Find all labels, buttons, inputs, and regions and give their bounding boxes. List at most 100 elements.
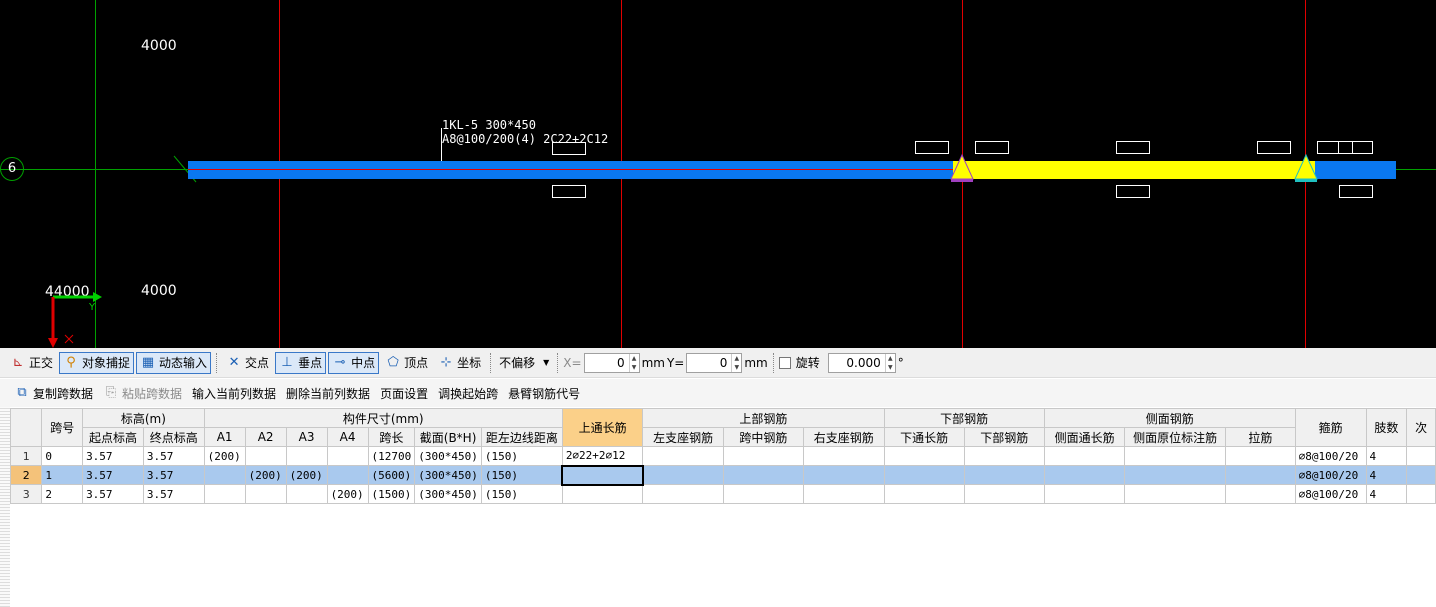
cell-top-long[interactable] — [561, 464, 644, 486]
annotation-box[interactable] — [552, 142, 586, 155]
cell-top-long[interactable] — [561, 484, 644, 504]
y-offset-input[interactable] — [687, 355, 732, 370]
cell-empty[interactable] — [1124, 446, 1226, 466]
cell-empty[interactable] — [1406, 465, 1436, 485]
perpendicular-snap-button[interactable]: ⊥ 垂点 — [275, 351, 327, 374]
cell-stirrup[interactable]: ⌀8@100/20 — [1294, 465, 1367, 485]
cell-empty[interactable] — [722, 465, 805, 485]
end-elev-header[interactable]: 终点标高 — [142, 427, 205, 447]
cell-empty[interactable] — [963, 465, 1045, 485]
cell-a2[interactable] — [244, 446, 287, 466]
vertex-snap-button[interactable]: ⬠ 顶点 — [381, 352, 432, 374]
annotation-box[interactable] — [975, 141, 1009, 154]
cell-dist[interactable]: (150) — [480, 446, 563, 466]
change-start-span-button[interactable]: 调换起始跨 — [436, 382, 500, 404]
start-elev-header[interactable]: 起点标高 — [82, 427, 144, 447]
cell-stirrup[interactable]: ⌀8@100/20 — [1294, 446, 1367, 466]
a3-header[interactable]: A3 — [285, 427, 328, 447]
cell-sec[interactable]: (300*450) — [414, 446, 482, 466]
cell-start[interactable]: 3.57 — [82, 484, 144, 504]
cell-legs[interactable]: 4 — [1365, 446, 1408, 466]
a4-header[interactable]: A4 — [326, 427, 369, 447]
cell-empty[interactable] — [1043, 484, 1126, 504]
cell-end[interactable]: 3.57 — [142, 446, 205, 466]
cell-a3[interactable] — [285, 446, 328, 466]
cell-sec[interactable]: (300*450) — [414, 465, 482, 485]
annotation-box[interactable] — [1116, 185, 1150, 198]
span-length-header[interactable]: 跨长 — [367, 427, 416, 447]
cell-empty[interactable] — [1043, 465, 1126, 485]
top-long-header[interactable]: 上通长筋 — [561, 408, 644, 447]
span-header[interactable]: 跨号 — [41, 408, 84, 447]
beam-label-line1[interactable]: 1KL-5 300*450 — [442, 118, 536, 132]
cell-a2[interactable] — [244, 484, 287, 504]
cell-dist[interactable]: (150) — [480, 465, 563, 485]
rotate-checkbox[interactable] — [778, 356, 791, 369]
mid-span-header[interactable]: 跨中钢筋 — [722, 427, 805, 447]
spin-arrows-icon[interactable]: ▲ ▼ — [884, 353, 895, 372]
next-header[interactable]: 次 — [1406, 408, 1436, 447]
cell-dist[interactable]: (150) — [480, 484, 563, 504]
page-setup-button[interactable]: 页面设置 — [378, 382, 430, 404]
cell-a3[interactable] — [285, 484, 328, 504]
cell-stirrup[interactable]: ⌀8@100/20 — [1294, 484, 1367, 504]
cell-empty[interactable] — [1043, 446, 1126, 466]
cell-sec[interactable]: (300*450) — [414, 484, 482, 504]
midpoint-snap-button[interactable]: ⊸ 中点 — [328, 351, 380, 374]
dynamic-input-button[interactable]: ▦ 动态输入 — [136, 351, 212, 374]
cell-a1[interactable]: (200) — [203, 446, 246, 466]
cell-start[interactable]: 3.57 — [82, 465, 144, 485]
bottom-rebar-sub-header[interactable]: 下部钢筋 — [963, 427, 1045, 447]
input-column-button[interactable]: 输入当前列数据 — [190, 382, 278, 404]
cell-a1[interactable] — [203, 465, 246, 485]
cell-empty[interactable] — [963, 484, 1045, 504]
cell-empty[interactable] — [1124, 465, 1226, 485]
coordinate-snap-button[interactable]: ⊹ 坐标 — [434, 352, 485, 374]
cell-start[interactable]: 3.57 — [82, 446, 144, 466]
annotation-box[interactable] — [1339, 185, 1373, 198]
cell-empty[interactable] — [642, 465, 724, 485]
cell-empty[interactable] — [1406, 446, 1436, 466]
cell-legs[interactable]: 4 — [1365, 465, 1408, 485]
annotation-box[interactable] — [1116, 141, 1150, 154]
cell-empty[interactable] — [1124, 484, 1226, 504]
cantilever-code-button[interactable]: 悬臂钢筋代号 — [506, 382, 582, 404]
cell-span[interactable]: 1 — [41, 465, 84, 485]
annotation-box[interactable] — [552, 185, 586, 198]
stirrup-header[interactable]: 箍筋 — [1294, 408, 1367, 447]
cell-a2[interactable]: (200) — [244, 465, 287, 485]
side-long-header[interactable]: 侧面通长筋 — [1043, 427, 1126, 447]
intersection-snap-button[interactable]: ✕ 交点 — [222, 352, 273, 374]
paste-span-button[interactable]: ⎘ 粘贴跨数据 — [101, 382, 184, 404]
cell-empty[interactable] — [1225, 446, 1296, 466]
table-row[interactable]: 1 0 3.57 3.57 (200) (12700 (300*450) (150) 2⌀22+… — [9, 446, 1436, 466]
cell-empty[interactable] — [883, 465, 965, 485]
cell-empty[interactable] — [642, 484, 724, 504]
cell-empty[interactable] — [642, 446, 724, 466]
x-offset-stepper[interactable]: ▲▼ — [583, 352, 640, 373]
cell-a4[interactable] — [326, 465, 369, 485]
cell-top-long[interactable]: 2⌀22+2⌀12 — [561, 446, 644, 466]
cell-empty[interactable] — [963, 446, 1045, 466]
legs-header[interactable]: 肢数 — [1365, 408, 1408, 447]
left-support-header[interactable]: 左支座钢筋 — [642, 427, 724, 447]
cell-len[interactable]: (5600) — [367, 465, 416, 485]
cell-empty[interactable] — [803, 446, 885, 466]
delete-column-button[interactable]: 删除当前列数据 — [284, 382, 372, 404]
copy-span-button[interactable]: ⧉ 复制跨数据 — [12, 382, 95, 404]
side-mark-header[interactable]: 侧面原位标注筋 — [1124, 427, 1226, 447]
rotate-input[interactable] — [828, 355, 885, 370]
cell-empty[interactable] — [1225, 484, 1296, 504]
x-offset-input[interactable] — [584, 355, 629, 370]
left-distance-header[interactable]: 距左边线距离 — [480, 427, 563, 447]
cell-empty[interactable] — [883, 446, 965, 466]
object-snap-button[interactable]: ⚲ 对象捕捉 — [59, 351, 135, 374]
annotation-box[interactable] — [1257, 141, 1291, 154]
cell-empty[interactable] — [803, 484, 885, 504]
cell-empty[interactable] — [722, 446, 805, 466]
bottom-long-header[interactable]: 下通长筋 — [883, 427, 965, 447]
cell-a4[interactable]: (200) — [326, 484, 369, 504]
cell-empty[interactable] — [803, 465, 885, 485]
a2-header[interactable]: A2 — [244, 427, 287, 447]
spin-arrows-icon[interactable]: ▲ ▼ — [731, 353, 741, 372]
